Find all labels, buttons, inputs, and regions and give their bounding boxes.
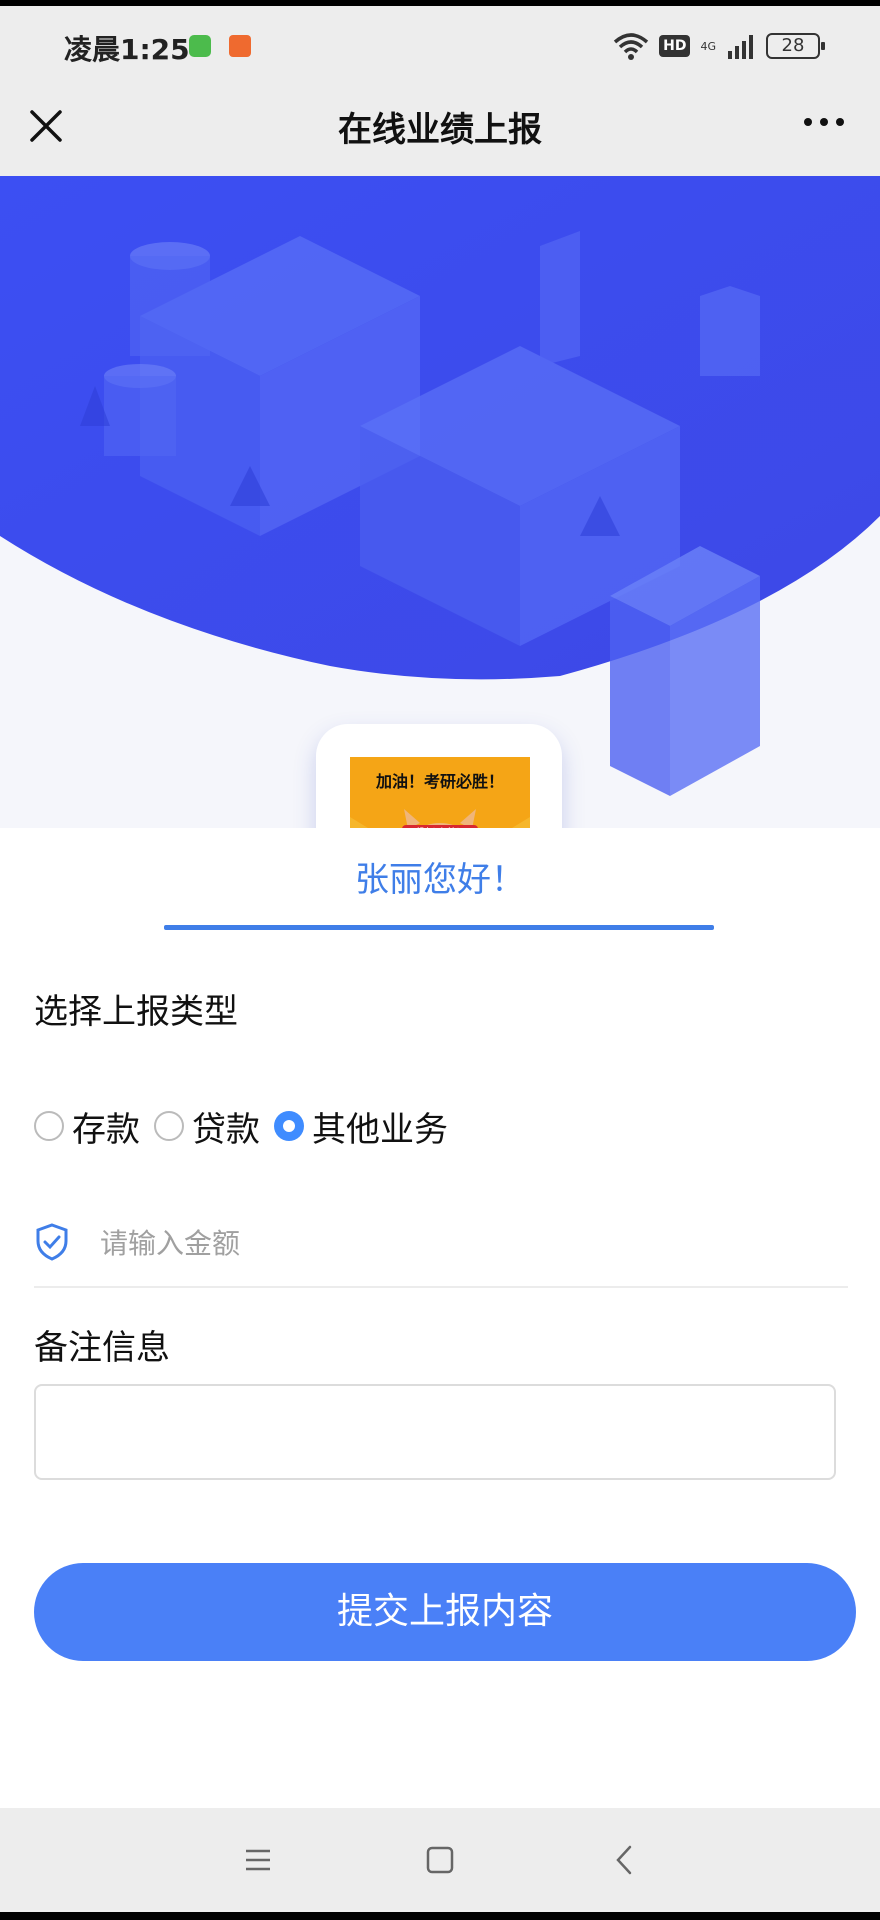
hd-badge: HD — [659, 35, 691, 57]
wifi-icon — [613, 33, 649, 60]
radio-deposit-label[interactable]: 存款 — [72, 1102, 140, 1151]
status-bar: 凌晨1:25 HD 4G 28 — [0, 0, 880, 92]
battery-icon: 28 — [766, 33, 825, 59]
report-type-options: 存款 贷款 其他业务 — [34, 1098, 462, 1154]
status-time: 凌晨1:25 — [64, 33, 190, 66]
remark-textarea[interactable] — [34, 1384, 836, 1480]
menu-icon[interactable] — [244, 1846, 272, 1874]
svg-text:加油！考研必胜！: 加油！考研必胜！ — [375, 772, 504, 791]
status-indicators: HD 4G 28 — [613, 28, 825, 64]
radio-other-business[interactable] — [274, 1111, 304, 1141]
back-icon[interactable] — [612, 1844, 636, 1876]
amount-field — [34, 1210, 848, 1288]
title-bar: 在线业绩上报 — [0, 92, 880, 176]
amount-input[interactable] — [98, 1218, 802, 1268]
radio-loan[interactable] — [154, 1111, 184, 1141]
remark-label: 备注信息 — [34, 1328, 170, 1368]
system-nav-bar — [0, 1808, 880, 1912]
greeting-underline — [164, 925, 714, 930]
radio-deposit[interactable] — [34, 1111, 64, 1141]
header-banner: 加油！考研必胜！ 努力！加油！ — [0, 176, 880, 828]
home-icon[interactable] — [426, 1846, 454, 1874]
screen-edge — [0, 0, 880, 6]
shield-check-icon — [36, 1223, 68, 1261]
avatar[interactable]: 加油！考研必胜！ 努力！加油！ — [350, 757, 530, 828]
avatar-illustration: 加油！考研必胜！ 努力！加油！ — [350, 757, 530, 828]
app-notification-icon — [189, 35, 211, 57]
svg-text:努力！加油！: 努力！加油！ — [416, 826, 464, 828]
signal-icon — [728, 35, 753, 59]
radio-loan-label[interactable]: 贷款 — [192, 1102, 260, 1151]
avatar-card: 加油！考研必胜！ 努力！加油！ — [316, 724, 562, 828]
radio-other-business-label[interactable]: 其他业务 — [312, 1102, 448, 1151]
page-title: 在线业绩上报 — [338, 110, 542, 150]
network-type: 4G — [700, 39, 716, 53]
submit-button[interactable]: 提交上报内容 — [34, 1563, 856, 1661]
screen-bottom-edge — [0, 1912, 880, 1920]
more-icon[interactable] — [802, 112, 846, 132]
video-notification-icon — [229, 35, 251, 57]
greeting-text: 张丽您好！ — [355, 860, 525, 900]
report-type-label: 选择上报类型 — [34, 992, 238, 1032]
